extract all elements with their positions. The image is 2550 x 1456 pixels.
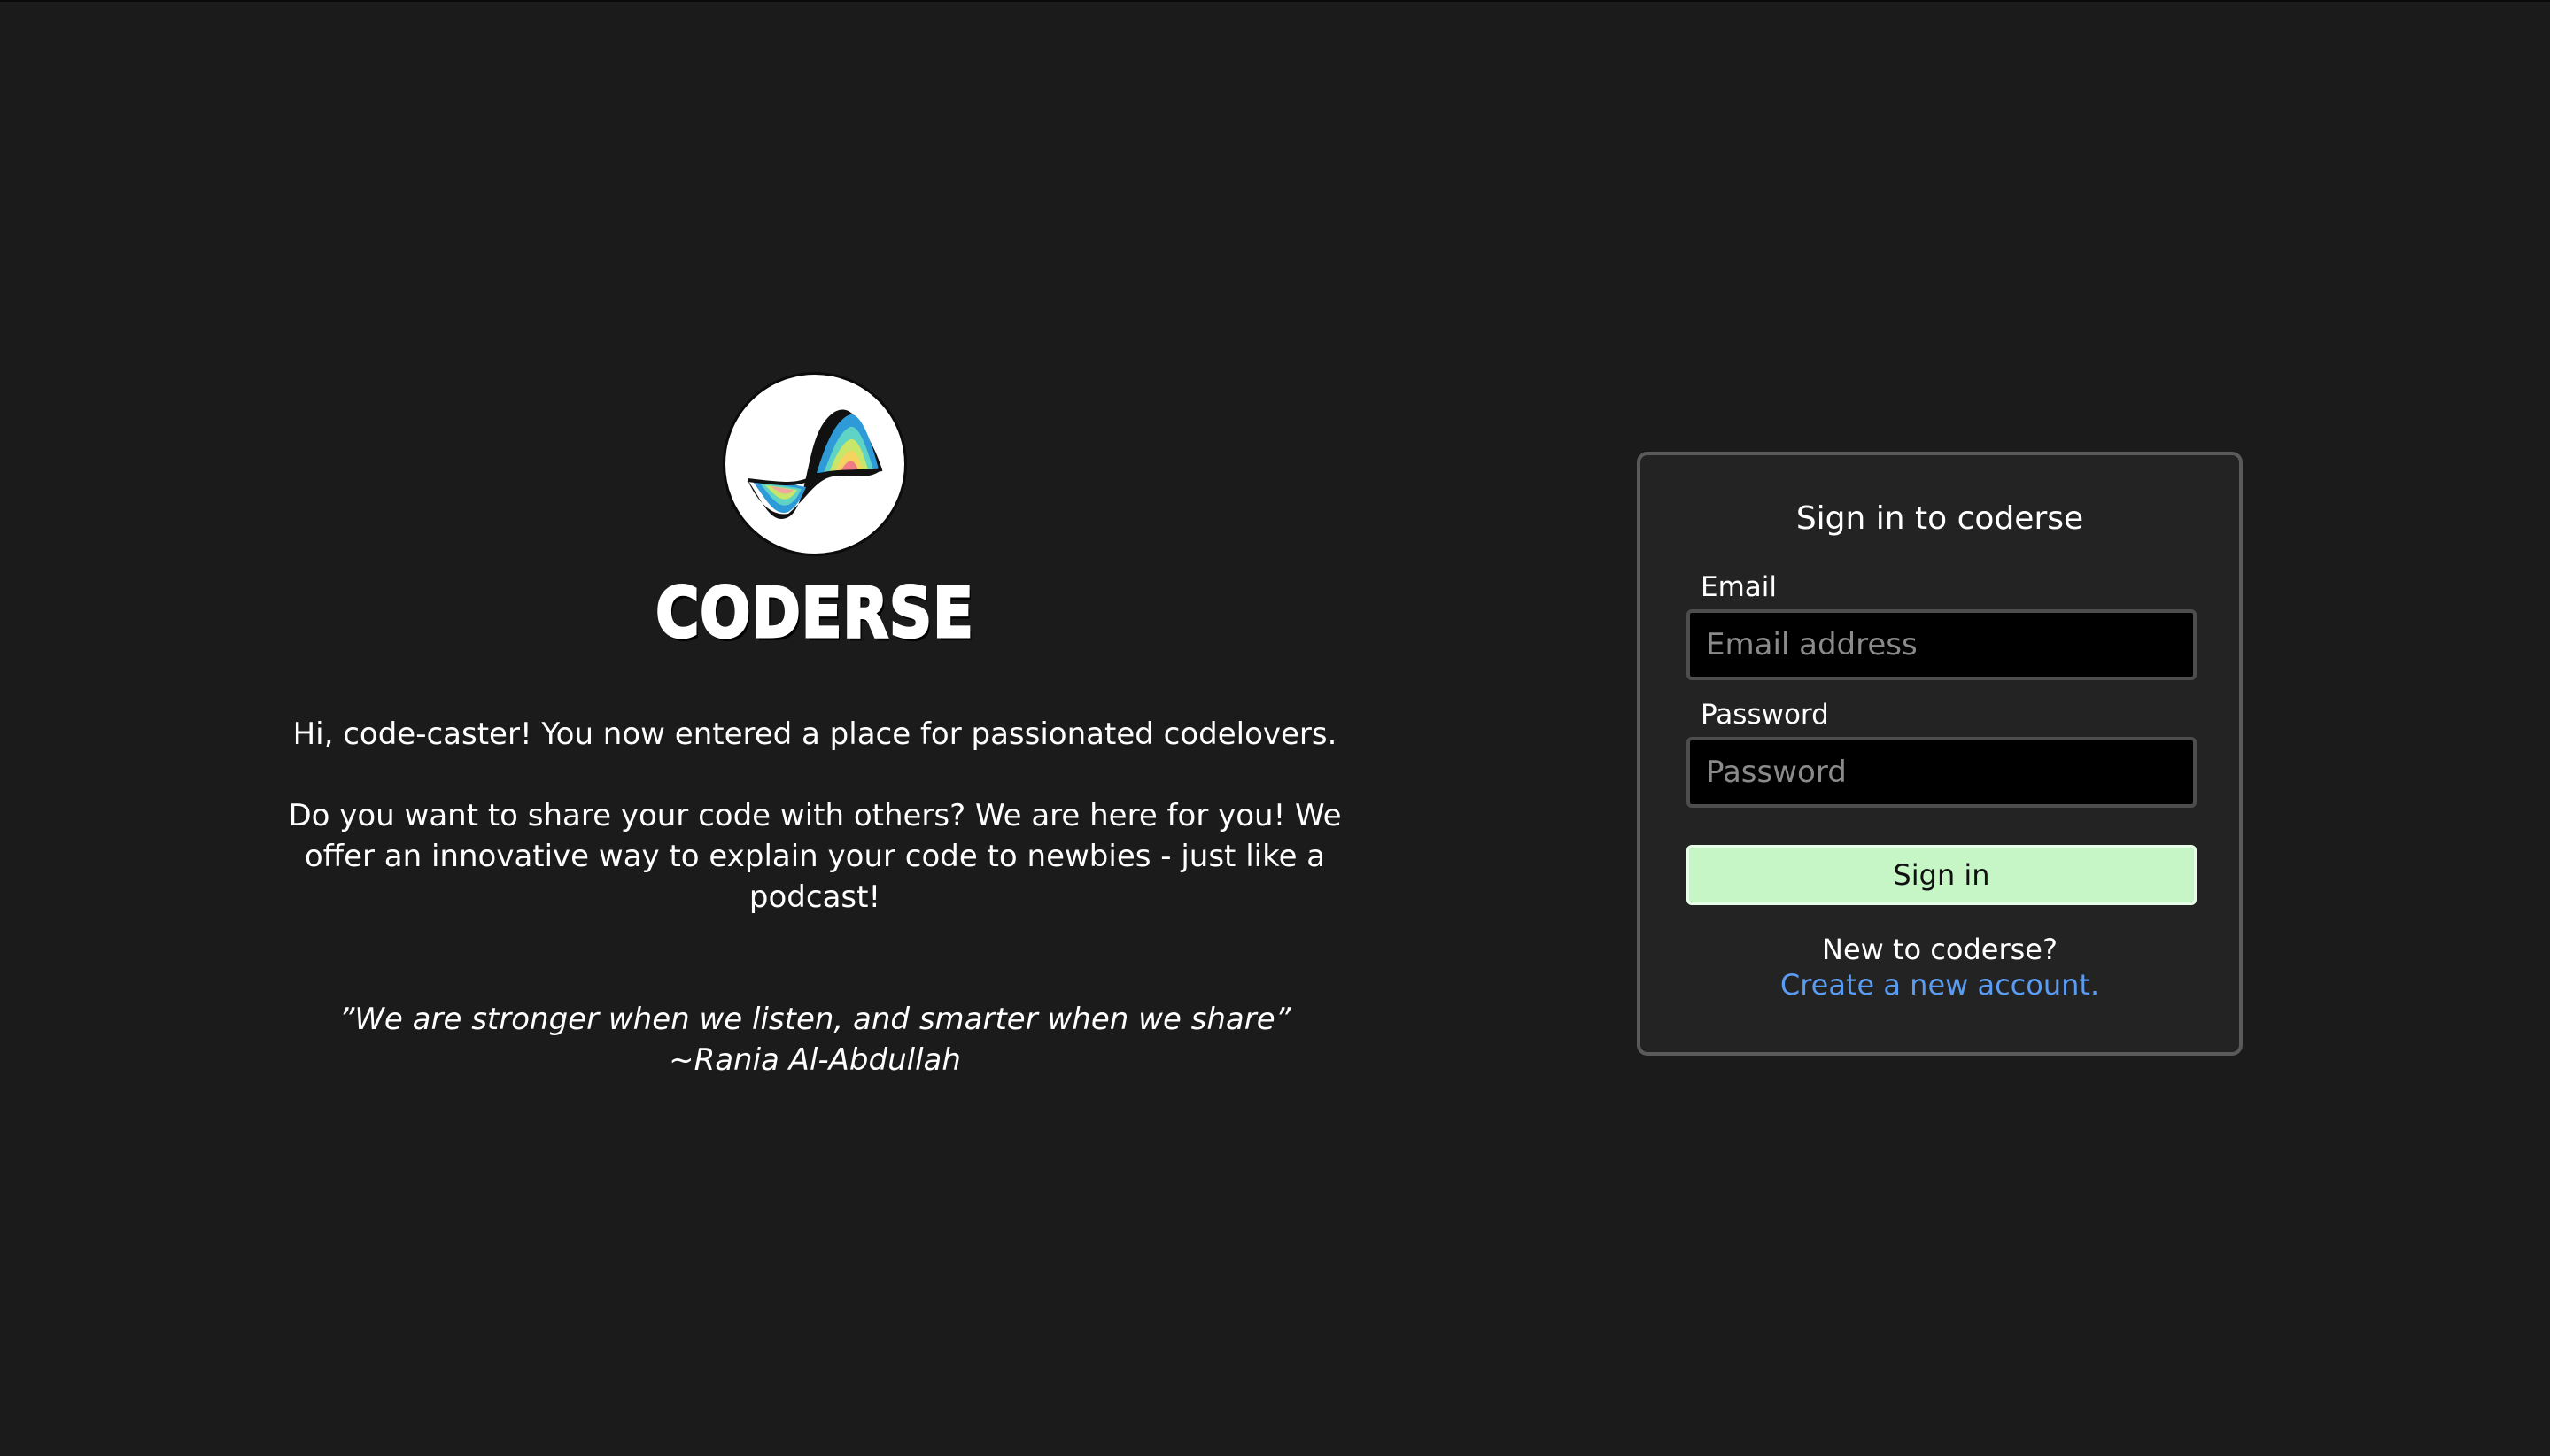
signin-card: Sign in to coderse Email Password Sign i…	[1637, 452, 2243, 1056]
top-border	[0, 0, 2550, 2]
quote-text: ”We are stronger when we listen, and sma…	[338, 1002, 1291, 1037]
email-label: Email	[1701, 571, 1778, 603]
intro-paragraph-offer: Do you want to share your code with othe…	[288, 798, 1342, 915]
email-field[interactable]	[1686, 609, 2197, 680]
signin-button[interactable]: Sign in	[1686, 845, 2197, 905]
password-field[interactable]	[1686, 737, 2197, 808]
intro-panel: CODERSE Hi, code-caster! You now entered…	[283, 372, 1346, 1080]
signin-title: Sign in to coderse	[1795, 500, 2084, 537]
brand-logo	[723, 372, 907, 556]
quote: ”We are stronger when we listen, and sma…	[283, 999, 1346, 1080]
quote-author: ~Rania Al-Abdullah	[669, 1042, 961, 1078]
sine-wave-rainbow-icon	[747, 409, 883, 519]
intro-text: Hi, code-caster! You now entered a place…	[283, 714, 1346, 918]
brand-name: CODERSE	[655, 574, 974, 654]
new-user-text: New to coderse?	[1822, 933, 2058, 966]
create-account-link[interactable]: Create a new account.	[1780, 968, 2099, 1002]
signup-prompt: New to coderse? Create a new account.	[1686, 932, 2193, 1003]
password-label: Password	[1701, 699, 1829, 731]
intro-paragraph-welcome: Hi, code-caster! You now entered a place…	[292, 716, 1337, 752]
